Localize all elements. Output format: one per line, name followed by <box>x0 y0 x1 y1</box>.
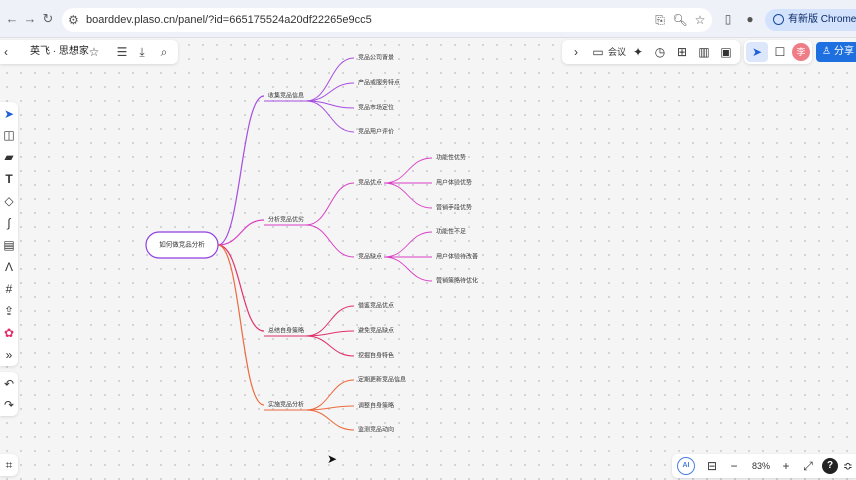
update-icon <box>773 14 784 25</box>
video-meeting-icon[interactable]: ▭ <box>590 44 606 60</box>
shape-tool-icon[interactable]: ◇ <box>1 192 17 210</box>
mind-map-tool-icon[interactable]: ✿ <box>1 324 17 342</box>
ai-assistant-icon[interactable]: AI <box>677 457 695 475</box>
board-title[interactable]: 英飞 · 思想家 <box>30 45 89 59</box>
frames-list-icon[interactable]: ⌗ <box>1 456 17 474</box>
favorite-star-icon[interactable]: ☆ <box>86 44 102 60</box>
zoom-icon[interactable]: 🔍︎ <box>672 12 688 28</box>
search-icon[interactable]: ⌕ <box>156 44 172 60</box>
presence-toolbar: ➤ ☐ 李 <box>744 40 812 64</box>
collapse-icon[interactable]: ≎ <box>840 458 856 474</box>
left-toolbar: ➤ ◫ ▰ T ◇ ∫ ▤ Λ # ⇪ ✿ » <box>0 102 18 366</box>
mouse-pointer-icon: ➤ <box>327 452 338 466</box>
bookmark-star-icon[interactable]: ☆ <box>692 12 708 28</box>
fullscreen-icon[interactable]: ⤢ <box>800 458 816 474</box>
profile-icon[interactable]: ● <box>742 11 758 27</box>
magic-wand-icon[interactable]: ✦ <box>630 44 646 60</box>
help-icon[interactable]: ? <box>822 458 838 474</box>
frame-tool-icon[interactable]: # <box>1 280 17 298</box>
redo-icon[interactable]: ↷ <box>1 396 17 414</box>
media-icon[interactable]: ▤ <box>1 236 17 254</box>
select-cursor-icon[interactable]: ➤ <box>1 105 17 123</box>
address-url[interactable]: boarddev.plaso.cn/panel/?id=665175524a20… <box>86 13 372 27</box>
zoom-in-icon[interactable]: + <box>778 458 794 474</box>
avatar[interactable]: 李 <box>792 43 810 61</box>
zoom-level[interactable]: 83% <box>752 460 770 472</box>
zoom-toolbar: AI ⊟ − 83% + ⤢ ? ≎ <box>672 454 856 478</box>
chevron-right-icon[interactable]: › <box>568 44 584 60</box>
frames-toolbar: ⌗ <box>0 454 18 476</box>
history-toolbar: ↶ ↷ <box>0 372 18 416</box>
zoom-out-icon[interactable]: − <box>726 458 742 474</box>
address-bar[interactable]: ⚙ boarddev.plaso.cn/panel/?id=665175524a… <box>62 8 712 32</box>
back-icon[interactable]: ← <box>4 11 20 27</box>
browser-toolbar: ← → ↻ ⚙ boarddev.plaso.cn/panel/?id=6651… <box>0 0 856 38</box>
site-info-icon[interactable]: ⚙ <box>68 12 79 28</box>
calendar-icon[interactable]: ▣ <box>718 44 734 60</box>
org-chart-icon[interactable]: ⊞ <box>674 44 690 60</box>
reload-icon[interactable]: ↻ <box>40 11 56 27</box>
meeting-label[interactable]: 会议 <box>608 46 626 58</box>
chrome-update-button[interactable]: 有新版 Chrome 可用 <box>765 9 856 31</box>
timer-icon[interactable]: ◷ <box>652 44 668 60</box>
forward-icon[interactable]: → <box>22 11 38 27</box>
back-arrow-icon[interactable]: ‹ <box>4 44 8 60</box>
upload-icon[interactable]: ⇪ <box>1 302 17 320</box>
board-title-toolbar: ‹ 英飞 · 思想家 ☆ ☰ ⤓ ⌕ <box>0 40 178 64</box>
sticky-note-icon[interactable]: ▰ <box>1 148 17 166</box>
connector-icon[interactable]: ∫ <box>1 214 17 232</box>
collaboration-toolbar: › ▭ 会议 ✦ ◷ ⊞ ▥ ▣ <box>562 40 740 64</box>
download-icon[interactable]: ⤓ <box>134 44 150 60</box>
undo-icon[interactable]: ↶ <box>1 375 17 393</box>
user-add-icon: ♙ <box>822 46 831 57</box>
follow-cursor-icon[interactable]: ➤ <box>746 42 768 62</box>
comment-icon[interactable]: ☐ <box>772 44 788 60</box>
text-tool-icon[interactable]: T <box>1 170 17 188</box>
menu-icon[interactable]: ☰ <box>114 44 130 60</box>
share-button[interactable]: ♙ 分享 <box>816 42 856 62</box>
template-icon[interactable]: ◫ <box>1 126 17 144</box>
more-tools-icon[interactable]: » <box>1 346 17 364</box>
map-icon[interactable]: ⊟ <box>704 458 720 474</box>
side-panel-icon[interactable]: ▯ <box>720 11 736 27</box>
bar-chart-icon[interactable]: ▥ <box>696 44 712 60</box>
install-icon[interactable]: ⎘ <box>652 12 668 28</box>
pen-tool-icon[interactable]: Λ <box>1 258 17 276</box>
whiteboard-canvas[interactable] <box>0 38 856 480</box>
